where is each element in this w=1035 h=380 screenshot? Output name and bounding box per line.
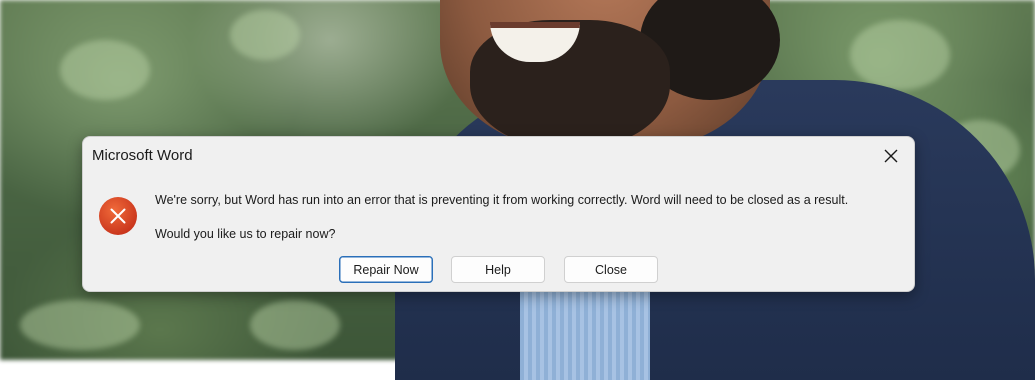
background-leaf bbox=[20, 300, 140, 350]
dialog-title: Microsoft Word bbox=[92, 147, 193, 164]
repair-prompt: Would you like us to repair now? bbox=[155, 227, 336, 241]
dialog-titlebar: Microsoft Word bbox=[83, 137, 914, 175]
error-dialog: Microsoft Word We're sorry, but Word has… bbox=[82, 136, 915, 292]
background-leaf bbox=[850, 20, 950, 90]
error-message: We're sorry, but Word has run into an er… bbox=[155, 193, 849, 207]
help-button[interactable]: Help bbox=[451, 256, 545, 283]
close-icon[interactable] bbox=[878, 143, 904, 169]
background-leaf bbox=[250, 300, 340, 350]
close-button[interactable]: Close bbox=[564, 256, 658, 283]
background-leaf bbox=[60, 40, 150, 100]
repair-now-button[interactable]: Repair Now bbox=[339, 256, 433, 283]
background-leaf bbox=[230, 10, 300, 60]
error-icon bbox=[98, 196, 138, 236]
